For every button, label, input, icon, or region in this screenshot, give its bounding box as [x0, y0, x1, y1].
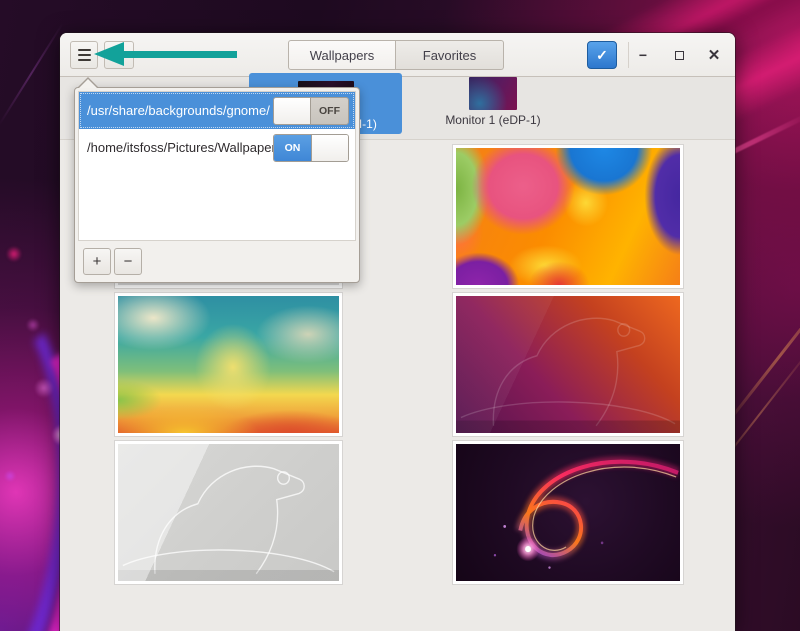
- wallpaper-bokeh-dot: [4, 470, 16, 482]
- wallpaper-thumbnail: [456, 296, 680, 433]
- wallpaper-streak: [0, 23, 64, 126]
- remove-folder-button[interactable]: −: [114, 248, 142, 275]
- wallpaper-item[interactable]: [453, 293, 683, 436]
- wallpaper-bokeh-dot: [34, 378, 54, 398]
- wallpaper-item[interactable]: [115, 293, 342, 436]
- comet-swirl-icon: [456, 444, 680, 581]
- monitor-tile-edp[interactable]: Monitor 1 (eDP-1): [410, 73, 576, 130]
- folder-toggle-on[interactable]: ON: [273, 134, 349, 162]
- folder-path: /home/itsfoss/Pictures/Wallpaper: [87, 140, 273, 155]
- toggle-knob: [311, 135, 348, 161]
- wallpaper-bokeh-dot: [26, 318, 40, 332]
- tab-favorites[interactable]: Favorites: [396, 40, 504, 70]
- titlebar-separator: [628, 42, 629, 68]
- popover-toolbar: + −: [75, 242, 359, 282]
- wallpaper-item[interactable]: [453, 441, 683, 584]
- plus-icon: +: [93, 253, 102, 270]
- folders-popover: /usr/share/backgrounds/gnome/ OFF /home/…: [74, 87, 360, 283]
- folder-toggle-off[interactable]: OFF: [273, 97, 349, 125]
- check-icon: ✓: [596, 47, 608, 64]
- tab-wallpapers[interactable]: Wallpapers: [288, 40, 396, 70]
- folder-list: /usr/share/backgrounds/gnome/ OFF /home/…: [78, 91, 356, 241]
- folders-menu-button[interactable]: [70, 41, 98, 69]
- beaver-outline-icon: [118, 444, 339, 581]
- toggle-knob: [274, 98, 311, 124]
- wallpaper-manager-window: Wallpapers Favorites ✓ − ✕ Monitor 0 (HD…: [60, 33, 735, 631]
- close-icon: ✕: [708, 46, 721, 64]
- wallpaper-thumbnail: [118, 296, 339, 433]
- close-button[interactable]: ✕: [702, 43, 726, 67]
- minus-icon: −: [124, 253, 133, 270]
- apply-button[interactable]: ✓: [587, 41, 617, 69]
- maximize-icon: [675, 51, 684, 60]
- wallpaper-item[interactable]: [453, 145, 683, 288]
- folder-path: /usr/share/backgrounds/gnome/: [87, 103, 273, 118]
- secondary-toolbar-button[interactable]: [104, 41, 134, 69]
- minimize-icon: −: [639, 47, 647, 63]
- wallpaper-thumbnail: [456, 444, 680, 581]
- maximize-button[interactable]: [667, 43, 691, 67]
- monitor-thumbnail: [469, 77, 517, 110]
- folder-row[interactable]: /usr/share/backgrounds/gnome/ OFF: [79, 92, 355, 129]
- wallpaper-thumbnail: [118, 444, 339, 581]
- desktop-background: Wallpapers Favorites ✓ − ✕ Monitor 0 (HD…: [0, 0, 800, 631]
- view-switcher: Wallpapers Favorites: [288, 40, 504, 70]
- titlebar[interactable]: Wallpapers Favorites ✓ − ✕: [60, 33, 735, 77]
- add-folder-button[interactable]: +: [83, 248, 111, 275]
- popover-caret: [77, 77, 99, 88]
- minimize-button[interactable]: −: [631, 43, 655, 67]
- beaver-outline-icon: [456, 296, 680, 433]
- folder-row[interactable]: /home/itsfoss/Pictures/Wallpaper ON: [79, 129, 355, 166]
- monitor-label: Monitor 1 (eDP-1): [445, 113, 540, 127]
- wallpaper-bokeh-dot: [6, 246, 22, 262]
- wallpaper-thumbnail: [456, 148, 680, 285]
- toggle-state-label: ON: [274, 135, 311, 161]
- wallpaper-item[interactable]: [115, 441, 342, 584]
- toggle-state-label: OFF: [311, 98, 348, 124]
